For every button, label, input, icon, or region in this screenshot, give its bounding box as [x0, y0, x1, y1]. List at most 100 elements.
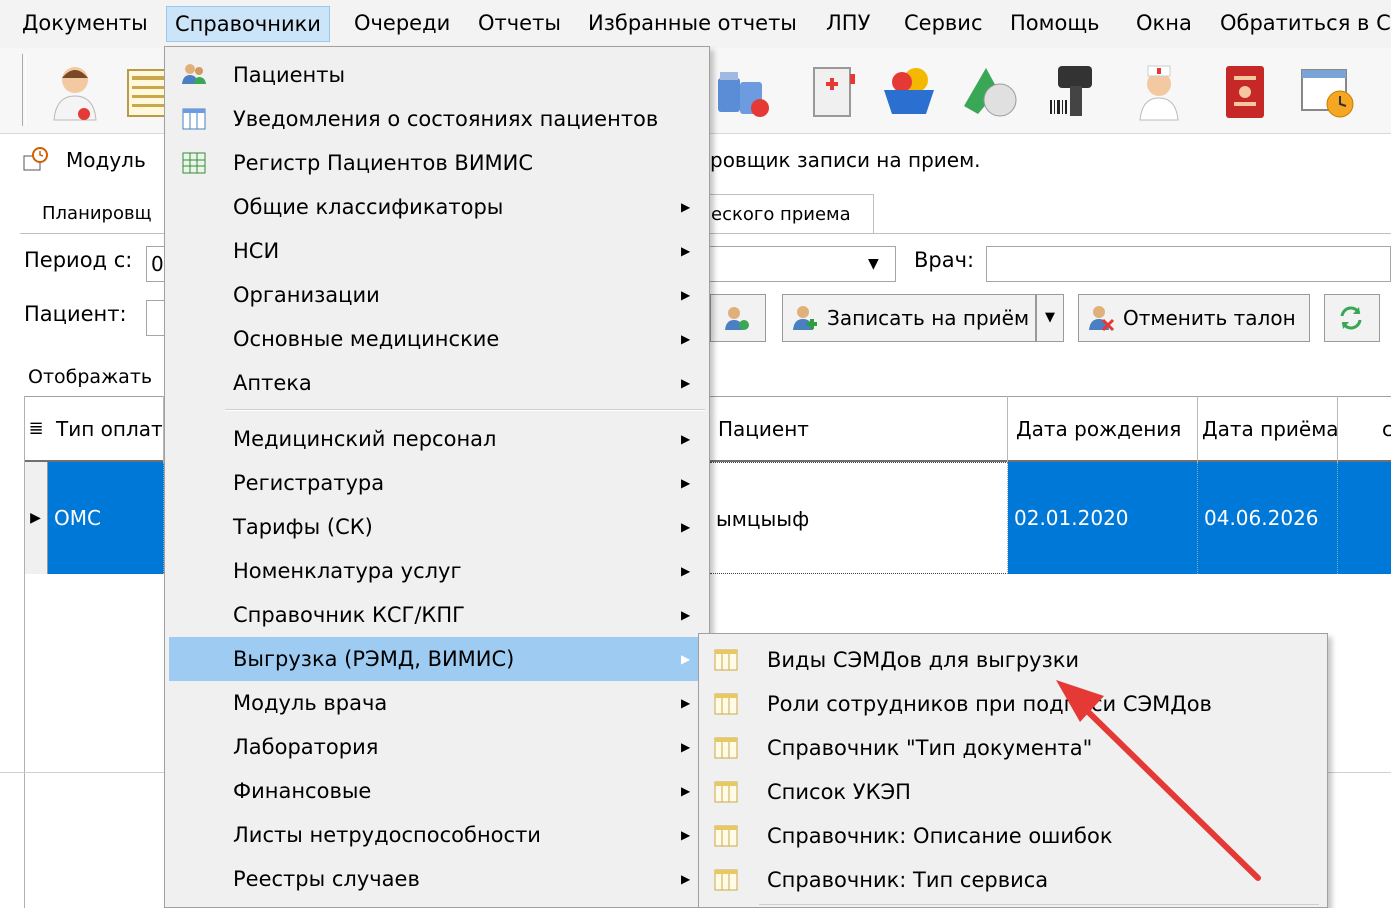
- menu-item-vimis-register[interactable]: Регистр Пациентов ВИМИС: [169, 141, 705, 185]
- period-from-input[interactable]: 0: [146, 246, 166, 282]
- patient-card-icon[interactable]: [1214, 60, 1276, 122]
- menu-item-case-registers[interactable]: Реестры случаев ▶: [169, 857, 705, 901]
- submenu-arrow-icon: ▶: [681, 432, 691, 446]
- submenu-item-service-type[interactable]: Справочник: Тип сервиса: [703, 858, 1323, 902]
- display-label: Отображать: [28, 366, 153, 388]
- menu-item-notifications[interactable]: Уведомления о состояниях пациентов: [169, 97, 705, 141]
- menu-item-pharmacy[interactable]: Аптека ▶: [169, 361, 705, 405]
- submenu-arrow-icon: ▶: [681, 564, 691, 578]
- menu-item-laboratory[interactable]: Лаборатория ▶: [169, 725, 705, 769]
- submenu-arrow-icon: ▶: [681, 608, 691, 622]
- book-appointment-dropdown[interactable]: ▼: [1036, 294, 1064, 342]
- menu-item-organizations[interactable]: Организации ▶: [169, 273, 705, 317]
- add-user-icon: [793, 306, 817, 330]
- refresh-button[interactable]: [1324, 294, 1380, 342]
- doctor-input[interactable]: [986, 246, 1391, 282]
- schedule-icon[interactable]: [1296, 60, 1358, 122]
- user-search-icon: [725, 307, 749, 330]
- col-patient[interactable]: Пациент: [710, 396, 1008, 462]
- submenu-arrow-icon: ▶: [681, 872, 691, 886]
- submenu-item-ukep-list[interactable]: Список УКЭП: [703, 770, 1323, 814]
- menu-item-financial[interactable]: Финансовые ▶: [169, 769, 705, 813]
- export-submenu: Виды СЭМДов для выгрузки Роли сотруднико…: [698, 633, 1328, 908]
- pharmacy-basket-icon[interactable]: [878, 60, 940, 122]
- menu-references[interactable]: Справочники: [166, 6, 330, 42]
- cell-visit-date[interactable]: 04.06.2026: [1198, 462, 1338, 574]
- doctor-label: Врач:: [914, 248, 975, 272]
- patient-search-button[interactable]: [710, 294, 766, 342]
- current-row-indicator-icon: ▶: [24, 462, 48, 574]
- menu-item-tariffs[interactable]: Тарифы (СК) ▶: [169, 505, 705, 549]
- menu-item-nsi[interactable]: НСИ ▶: [169, 229, 705, 273]
- cell-patient[interactable]: ымцыыф: [710, 462, 1008, 574]
- menu-item-medical-staff[interactable]: Медицинский персонал ▶: [169, 417, 705, 461]
- table-icon: [714, 737, 738, 759]
- tab-reception[interactable]: еского приема: [698, 194, 874, 234]
- remove-user-icon: [1089, 306, 1115, 332]
- period-label: Период с:: [24, 248, 133, 272]
- menu-item-patients[interactable]: Пациенты: [169, 53, 705, 97]
- patients-icon: [182, 64, 206, 84]
- register-icon: [182, 152, 206, 174]
- col-birth-date[interactable]: Дата рождения: [1008, 396, 1198, 462]
- cell-payment-type[interactable]: ОМС: [48, 462, 164, 574]
- module-clock-icon: [23, 147, 48, 171]
- nurse-icon[interactable]: [1128, 60, 1190, 122]
- col-payment-type[interactable]: Тип оплаты: [48, 396, 164, 462]
- table-icon: [714, 649, 738, 671]
- menu-item-basic-medical[interactable]: Основные медицинские ▶: [169, 317, 705, 361]
- menu-contact[interactable]: Обратиться в С: [1212, 6, 1391, 42]
- submenu-arrow-icon: ▶: [681, 696, 691, 710]
- table-icon: [714, 693, 738, 715]
- submenu-item-document-type[interactable]: Справочник "Тип документа": [703, 726, 1323, 770]
- submenu-arrow-icon: ▶: [681, 520, 691, 534]
- submenu-arrow-icon: ▶: [681, 244, 691, 258]
- menu-favorite-reports[interactable]: Избранные отчеты: [580, 6, 805, 42]
- submenu-arrow-icon: ▶: [681, 784, 691, 798]
- menu-windows[interactable]: Окна: [1128, 6, 1200, 42]
- operator-icon[interactable]: [44, 60, 106, 122]
- menu-item-ksg-kpg[interactable]: Справочник КСГ/КПГ ▶: [169, 593, 705, 637]
- patient-input[interactable]: [146, 300, 166, 336]
- menu-item-common-classifiers[interactable]: Общие классификаторы ▶: [169, 185, 705, 229]
- menu-item-services-nomenclature[interactable]: Номенклатура услуг ▶: [169, 549, 705, 593]
- menu-item-doctor-module[interactable]: Модуль врача ▶: [169, 681, 705, 725]
- table-icon: [714, 825, 738, 847]
- barcode-scanner-icon[interactable]: [1042, 60, 1104, 122]
- col-visit-date[interactable]: Дата приёма: [1198, 396, 1338, 462]
- cancel-ticket-button[interactable]: Отменить талон: [1078, 294, 1310, 342]
- menu-item-registry[interactable]: Регистратура ▶: [169, 461, 705, 505]
- submenu-arrow-icon: ▶: [681, 288, 691, 302]
- menu-reports[interactable]: Отчеты: [470, 6, 569, 42]
- menu-item-sick-leave[interactable]: Листы нетрудоспособности ▶: [169, 813, 705, 857]
- module-title-rest: ровщик записи на прием.: [710, 148, 981, 172]
- table-icon: [714, 869, 738, 891]
- submenu-item-semd-types[interactable]: Виды СЭМДов для выгрузки: [703, 638, 1323, 682]
- combo-dropdown-arrow-icon[interactable]: ▼: [868, 256, 879, 272]
- submenu-item-signing-roles[interactable]: Роли сотрудников при подписи СЭМДов: [703, 682, 1323, 726]
- module-title: Модуль: [66, 148, 146, 172]
- grid-columns-icon[interactable]: ≣: [24, 396, 48, 462]
- menu-separator: [225, 409, 705, 411]
- submenu-arrow-icon: ▶: [681, 376, 691, 390]
- menu-service[interactable]: Сервис: [896, 6, 990, 42]
- menu-help[interactable]: Помощь: [1002, 6, 1108, 42]
- submenu-item-error-descriptions[interactable]: Справочник: Описание ошибок: [703, 814, 1323, 858]
- submenu-arrow-icon: ▶: [681, 332, 691, 346]
- submenu-arrow-icon: ▶: [681, 652, 691, 666]
- menu-documents[interactable]: Документы: [14, 6, 156, 42]
- col-extra[interactable]: с: [1338, 396, 1391, 462]
- menu-lpu[interactable]: ЛПУ: [818, 6, 878, 42]
- book-appointment-label: Записать на приём: [827, 306, 1030, 330]
- patient-label: Пациент:: [24, 302, 127, 326]
- medical-book-icon[interactable]: [800, 60, 862, 122]
- pills-icon[interactable]: [958, 60, 1020, 122]
- toolbar-grip[interactable]: [22, 54, 26, 126]
- tab-planner[interactable]: Планировщ: [30, 194, 164, 234]
- submenu-arrow-icon: ▶: [681, 200, 691, 214]
- cell-birth-date[interactable]: 02.01.2020: [1008, 462, 1198, 574]
- menu-item-export-remd-vimis[interactable]: Выгрузка (РЭМД, ВИМИС) ▶: [169, 637, 705, 681]
- medicines-icon[interactable]: [712, 60, 774, 122]
- menu-queues[interactable]: Очереди: [346, 6, 458, 42]
- book-appointment-button[interactable]: Записать на приём: [782, 294, 1036, 342]
